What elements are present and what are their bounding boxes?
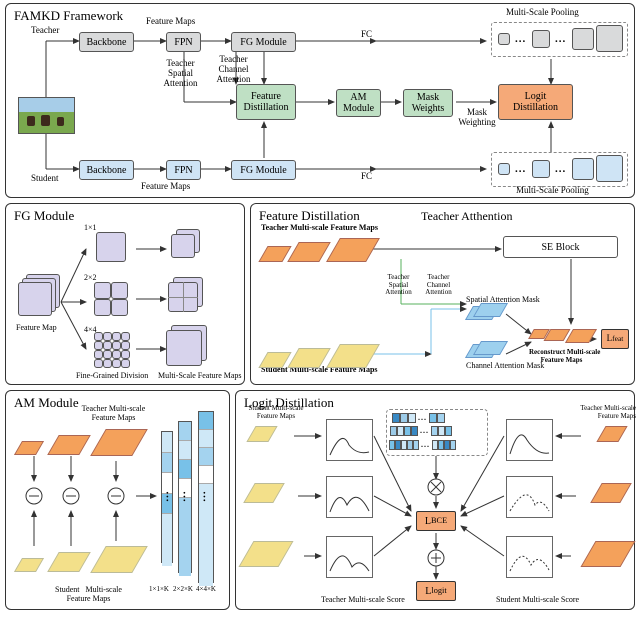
- grid-1x1: [96, 232, 126, 262]
- label-mask-weighting: Mask Weighting: [456, 108, 498, 128]
- label-fc-top: FC: [361, 30, 372, 40]
- label-logit-student-maps: Student Multi-scale Feature Maps: [246, 405, 306, 420]
- lbce-box: LBCE: [416, 511, 456, 531]
- label-fine-grained: Fine-Grained Division: [76, 372, 148, 381]
- label-tca: Teacher Channel Attention: [421, 274, 456, 297]
- label-msp-top: Multi-Scale Pooling: [506, 8, 579, 18]
- label-feature-maps-top: Feature Maps: [146, 17, 195, 27]
- label-am-student-maps: Student Multi-scale Feature Maps: [41, 586, 136, 604]
- grid-4x4: [94, 332, 130, 368]
- label-feature-maps-bottom: Feature Maps: [141, 182, 190, 192]
- dots-icon: ...: [201, 491, 213, 502]
- label-teacher-score: Teacher Multi-scale Score: [321, 596, 405, 605]
- dots-icon: ...: [555, 163, 566, 175]
- label-teacher-spatial-attn: Teacher Spatial Attention: [158, 59, 203, 89]
- label-tsa: Teacher Spatial Attention: [381, 274, 416, 297]
- mask-dashed: ... ... ...: [386, 409, 488, 456]
- student-backbone: Backbone: [79, 160, 134, 180]
- curve-l3: [326, 536, 373, 578]
- dots-icon: ...: [421, 440, 430, 450]
- panel-fg: FG Module Feature Map 1×1 2×2 4×4: [5, 203, 245, 385]
- label-fc-bottom: FC: [361, 172, 372, 182]
- dots-icon: ...: [420, 426, 429, 436]
- curve-r3: [506, 536, 553, 578]
- dots-icon: ...: [515, 163, 526, 175]
- llogit-box: Llogit: [416, 581, 456, 601]
- teacher-fpn: FPN: [166, 32, 201, 52]
- curve-l1: [326, 419, 373, 461]
- input-image: [18, 97, 75, 134]
- teacher-fg-module: FG Module: [231, 32, 296, 52]
- feature-distillation-box: Feature Distillation: [236, 84, 296, 120]
- dots-icon: ...: [181, 491, 193, 502]
- logit-distillation-box: Logit Distillation: [498, 84, 573, 120]
- label-multi-scale: Multi-Scale Feature Maps: [158, 372, 242, 381]
- label-k4: 4×4×K: [196, 586, 216, 594]
- student-fg-module: FG Module: [231, 160, 296, 180]
- lfeat-box: Lfeat: [601, 329, 629, 349]
- label-student-score: Student Multi-scale Score: [496, 596, 579, 605]
- curve-r1: [506, 419, 553, 461]
- label-student: Student: [31, 174, 59, 184]
- student-fpn: FPN: [166, 160, 201, 180]
- dots-icon: ...: [555, 33, 566, 45]
- grid-2x2: [94, 282, 128, 316]
- curve-l2: [326, 476, 373, 518]
- am-module-box: AM Module: [336, 89, 381, 117]
- label-1x1: 1×1: [84, 224, 97, 233]
- label-recon: Reconstruct Multi-scale Feature Maps: [529, 349, 594, 364]
- curve-r2: [506, 476, 553, 518]
- pool-dashed-top: ... ...: [491, 22, 628, 57]
- label-msp-bottom: Multi-Scale Pooling: [516, 186, 589, 196]
- panel-famkd: FAMKD Framework: [5, 3, 635, 198]
- panel-am: AM Module Teacher Multi-scale Feature Ma…: [5, 390, 230, 610]
- mask-weights-box: Mask Weights: [403, 89, 453, 117]
- label-k2: 2×2×K: [173, 586, 193, 594]
- pool-dashed-bottom: ... ...: [491, 152, 628, 187]
- panel-logit: Logit Distillation Student Multi-sc: [235, 390, 635, 610]
- label-logit-teacher-maps: Teacher Multi-scale Feature Maps: [576, 405, 636, 420]
- se-block: SE Block: [503, 236, 618, 258]
- teacher-backbone: Backbone: [79, 32, 134, 52]
- label-k1: 1×1×K: [149, 586, 169, 594]
- dots-icon: ...: [515, 33, 526, 45]
- label-teacher: Teacher: [31, 26, 59, 36]
- label-teacher-ms-maps: Teacher Multi-scale Feature Maps: [261, 224, 378, 233]
- label-feature-map: Feature Map: [16, 324, 57, 333]
- panel-feat-dist: Feature Distillation Teacher Atthention …: [250, 203, 635, 385]
- dots-icon: ...: [418, 413, 427, 423]
- label-teacher-channel-attn: Teacher Channel Attention: [211, 55, 256, 85]
- dots-icon: ...: [164, 491, 176, 502]
